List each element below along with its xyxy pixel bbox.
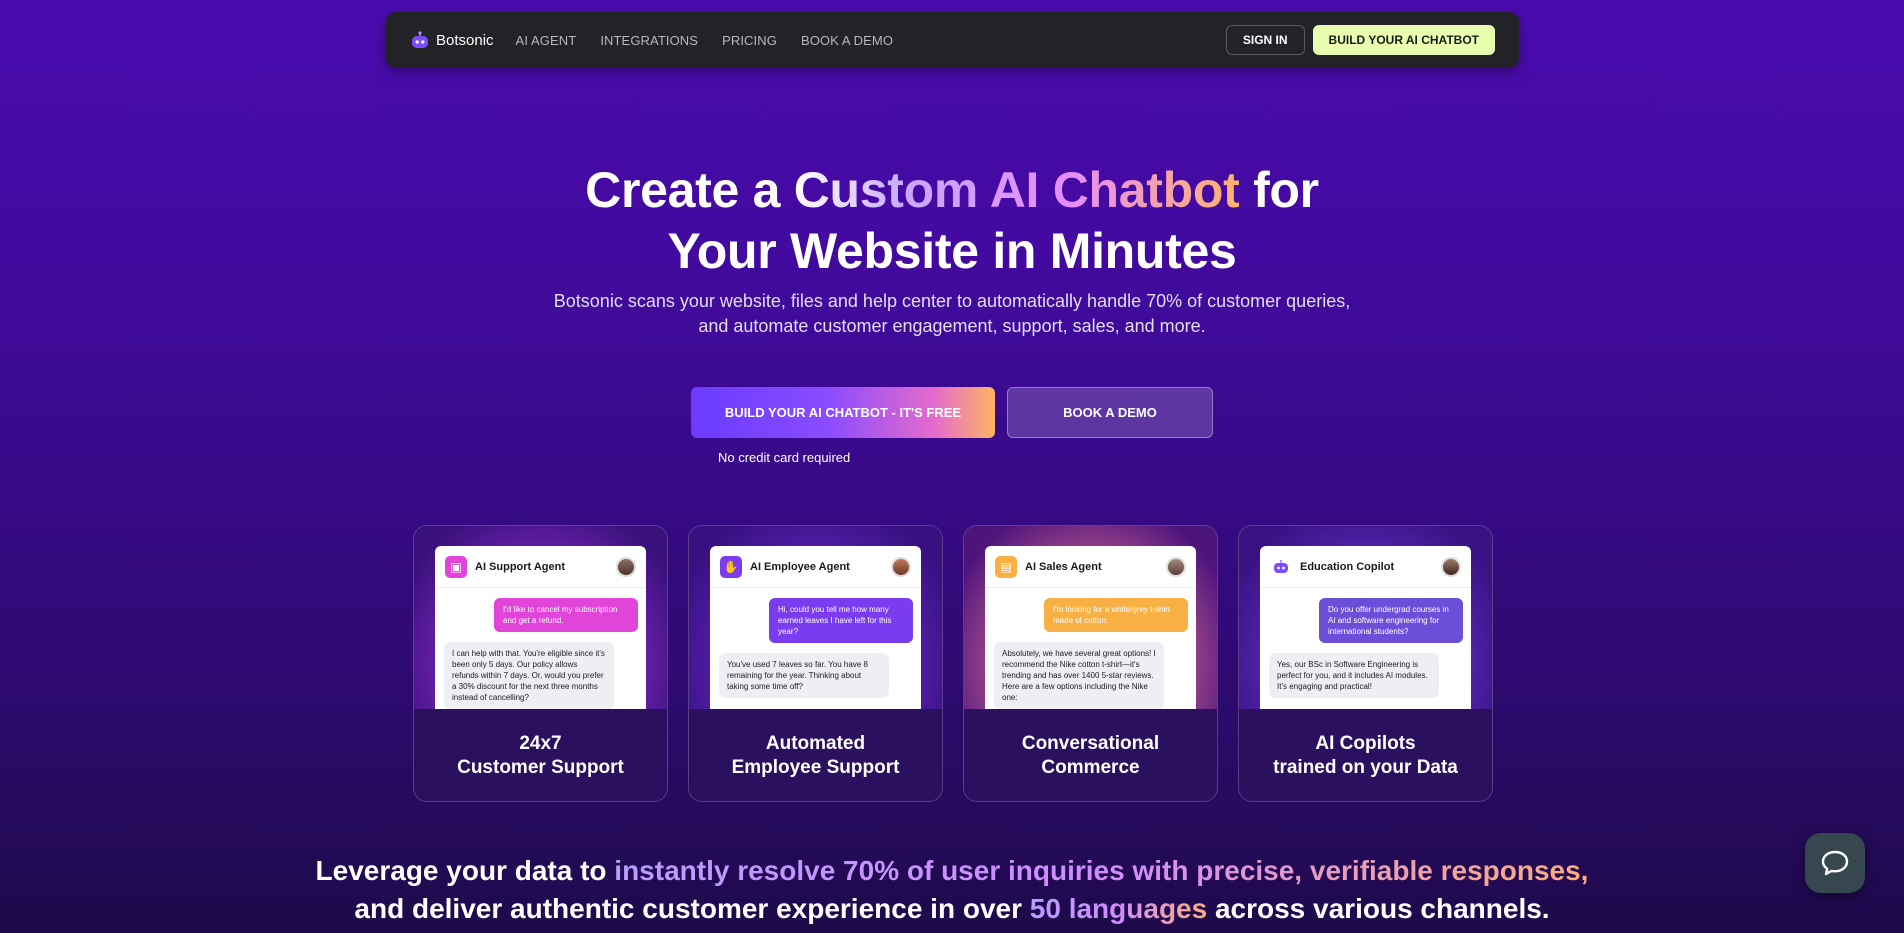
nav-link-integrations[interactable]: INTEGRATIONS [600, 33, 698, 48]
chat-header: Education Copilot [1260, 546, 1471, 588]
hero-title-line2: Your Website in Minutes [667, 223, 1237, 279]
agent-name: AI Sales Agent [1025, 560, 1102, 573]
card-title: 24x7 Customer Support [414, 709, 667, 801]
chat-window: ▤ AI Sales Agent I'm looking for a white… [985, 546, 1196, 709]
leverage-line2-highlight: 50 languages [1029, 893, 1208, 924]
chat-window: ✋ AI Employee Agent Hi, could you tell m… [710, 546, 921, 709]
user-message: Do you offer undergrad courses in AI and… [1319, 598, 1463, 643]
chat-window: Education Copilot Do you offer undergrad… [1260, 546, 1471, 709]
card-title: AI Copilots trained on your Data [1239, 709, 1492, 801]
hero-subtitle: Botsonic scans your website, files and h… [0, 289, 1904, 339]
leverage-line1-lead: Leverage your data to [315, 855, 615, 886]
card-title-line1: Conversational [1021, 733, 1160, 754]
robot-icon [1274, 559, 1288, 573]
chat-header: ✋ AI Employee Agent [710, 546, 921, 588]
user-message: I'd like to cancel my subscription and g… [494, 598, 638, 632]
build-chatbot-free-button[interactable]: BUILD YOUR AI CHATBOT - IT'S FREE [691, 387, 995, 438]
card-title-line1: AI Copilots [1315, 733, 1416, 754]
robot-logo-icon [412, 31, 428, 48]
nav-link-pricing[interactable]: PRICING [722, 33, 777, 48]
hero-subtitle-line2: and automate customer engagement, suppor… [698, 316, 1206, 336]
leverage-line2-lead: and deliver authentic customer experienc… [354, 893, 1030, 924]
hand-icon: ✋ [720, 555, 742, 578]
card-ai-copilots[interactable]: Education Copilot Do you offer undergrad… [1238, 525, 1493, 802]
card-customer-support[interactable]: ▣ AI Support Agent I'd like to cancel my… [413, 525, 668, 802]
hero-cta-row: BUILD YOUR AI CHATBOT - IT'S FREE BOOK A… [691, 387, 1213, 438]
hero-title: Create a Custom AI Chatbot for Your Webs… [0, 160, 1904, 282]
card-title-line2: Customer Support [457, 757, 624, 778]
card-title: Conversational Commerce [964, 709, 1217, 801]
shop-icon: ▤ [995, 555, 1017, 578]
chat-icon [1821, 850, 1849, 876]
chat-header: ▣ AI Support Agent [435, 546, 646, 588]
bot-message: I can help with that. You're eligible si… [444, 642, 614, 709]
card-title-line2: trained on your Data [1273, 757, 1458, 778]
bot-message: Absolutely, we have several great option… [994, 642, 1164, 709]
avatar [1441, 556, 1461, 577]
avatar [891, 556, 911, 577]
card-title-line2: Commerce [1041, 757, 1140, 778]
brand-logo-link[interactable]: Botsonic [410, 30, 494, 50]
card-title-line1: 24x7 [519, 733, 562, 754]
nav-link-ai-agent[interactable]: AI AGENT [516, 33, 577, 48]
card-preview: Education Copilot Do you offer undergrad… [1239, 526, 1492, 709]
chat-header: ▤ AI Sales Agent [985, 546, 1196, 588]
leverage-heading: Leverage your data to instantly resolve … [0, 852, 1904, 928]
card-conversational-commerce[interactable]: ▤ AI Sales Agent I'm looking for a white… [963, 525, 1218, 802]
avatar [616, 556, 636, 577]
sign-in-button[interactable]: SIGN IN [1225, 25, 1305, 55]
card-preview: ✋ AI Employee Agent Hi, could you tell m… [689, 526, 942, 709]
leverage-line1-highlight: instantly resolve 70% of user inquiries … [614, 855, 1589, 886]
nav-link-book-demo[interactable]: BOOK A DEMO [801, 33, 893, 48]
hero-title-highlight: Custom AI Chatbot [793, 162, 1240, 218]
hero-subtitle-line1: Botsonic scans your website, files and h… [553, 291, 1351, 311]
user-message: I'm looking for a white/grey t-shirt mad… [1044, 598, 1188, 632]
card-title-line1: Automated [765, 733, 866, 754]
top-navbar: Botsonic AI AGENT INTEGRATIONS PRICING B… [386, 12, 1519, 68]
hero-title-part1: Create a [585, 162, 794, 218]
use-case-cards: ▣ AI Support Agent I'd like to cancel my… [413, 525, 1493, 802]
card-preview: ▣ AI Support Agent I'd like to cancel my… [414, 526, 667, 709]
leverage-line2-tail: across various channels. [1207, 893, 1550, 924]
agent-name: AI Employee Agent [750, 560, 850, 573]
book-demo-button[interactable]: BOOK A DEMO [1007, 387, 1213, 438]
bot-message: You've used 7 leaves so far. You have 8 … [719, 653, 889, 698]
brand-name: Botsonic [436, 31, 494, 49]
hero-title-part2: for [1239, 162, 1319, 218]
help-chat-button[interactable] [1805, 833, 1865, 893]
card-employee-support[interactable]: ✋ AI Employee Agent Hi, could you tell m… [688, 525, 943, 802]
chat-bubble-icon: ▣ [445, 555, 467, 578]
build-chatbot-nav-button[interactable]: BUILD YOUR AI CHATBOT [1312, 25, 1495, 55]
card-title-line2: Employee Support [731, 757, 900, 778]
chat-window: ▣ AI Support Agent I'd like to cancel my… [435, 546, 646, 709]
avatar [1166, 556, 1186, 577]
user-message: Hi, could you tell me how many earned le… [769, 598, 913, 643]
bot-message: Yes, our BSc in Software Engineering is … [1269, 653, 1439, 698]
card-preview: ▤ AI Sales Agent I'm looking for a white… [964, 526, 1217, 709]
agent-name: Education Copilot [1300, 560, 1395, 573]
agent-name: AI Support Agent [475, 560, 566, 573]
no-credit-card-note: No credit card required [718, 450, 851, 465]
card-title: Automated Employee Support [689, 709, 942, 801]
